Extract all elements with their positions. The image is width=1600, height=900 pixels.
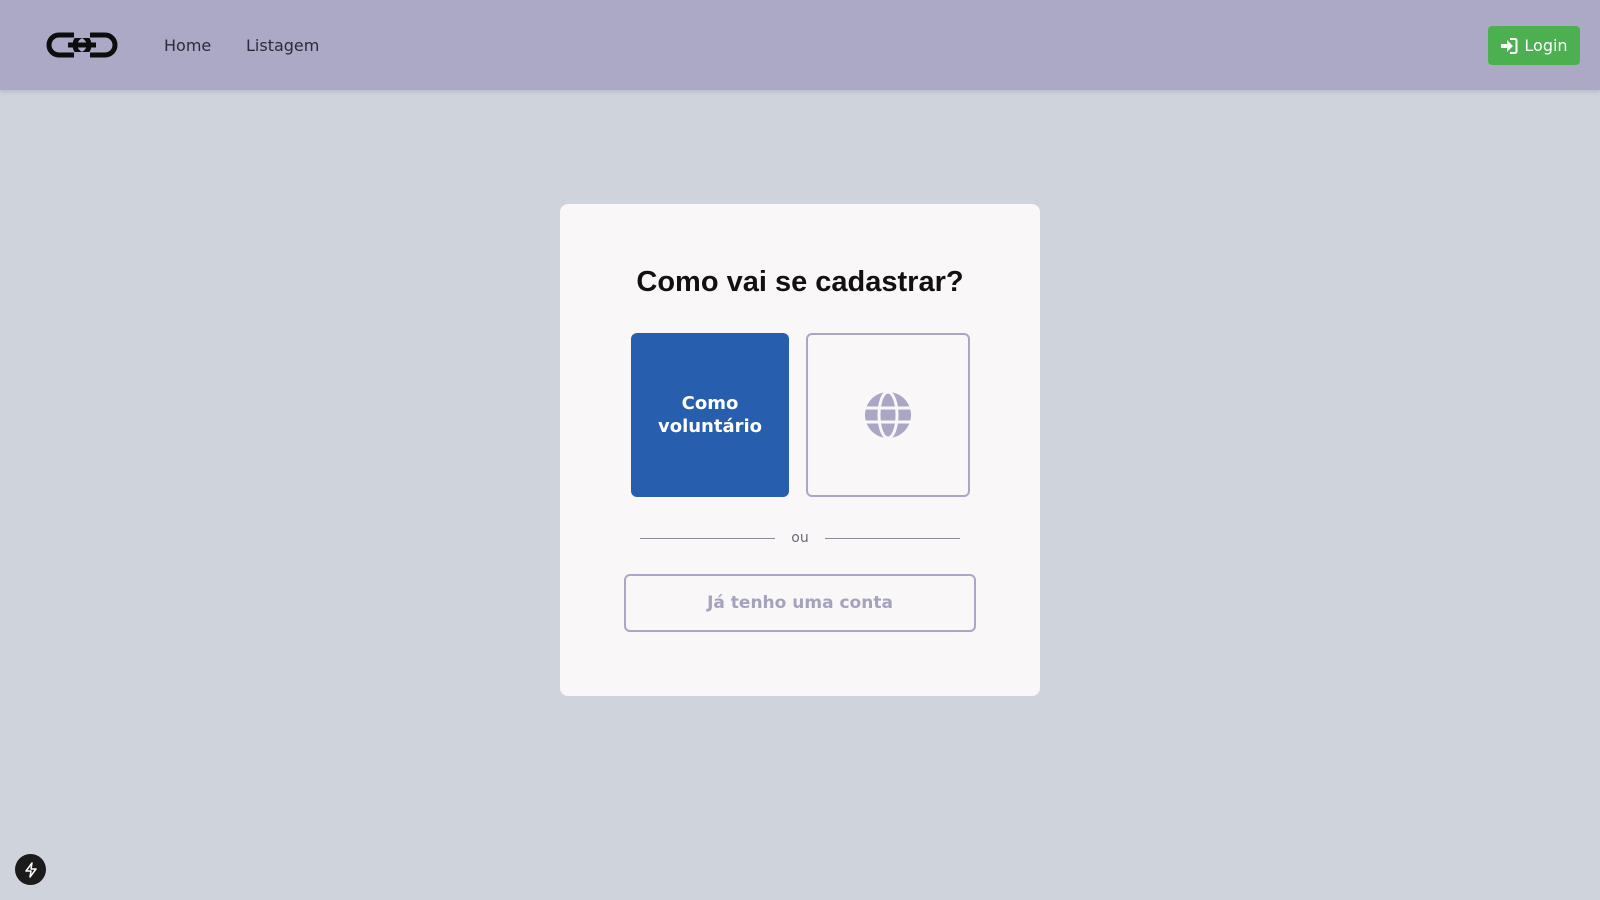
organization-option[interactable]: [806, 333, 970, 497]
card-title: Como vai se cadastrar?: [636, 266, 964, 298]
navbar: Home Listagem Login: [0, 0, 1600, 90]
lightning-bolt-icon: [24, 861, 37, 878]
divider-line-right: [824, 537, 961, 539]
login-label: Login: [1524, 36, 1568, 55]
divider-text: ou: [791, 530, 809, 546]
globe-icon: [865, 390, 911, 440]
chain-link-logo[interactable]: [46, 30, 118, 60]
login-button[interactable]: Login: [1488, 26, 1580, 65]
existing-account-button[interactable]: Já tenho uma conta: [624, 574, 976, 632]
volunteer-option[interactable]: Como voluntário: [631, 333, 789, 497]
divider-line-left: [640, 537, 776, 539]
volunteer-option-label: Como voluntário: [657, 393, 763, 437]
nav-link-listagem[interactable]: Listagem: [246, 36, 319, 55]
nav-link-home[interactable]: Home: [164, 36, 211, 55]
dev-indicator[interactable]: [15, 854, 46, 885]
signup-card: Como vai se cadastrar? Como voluntário o…: [560, 204, 1040, 696]
or-divider: ou: [640, 530, 961, 546]
sign-in-icon: [1501, 37, 1518, 54]
